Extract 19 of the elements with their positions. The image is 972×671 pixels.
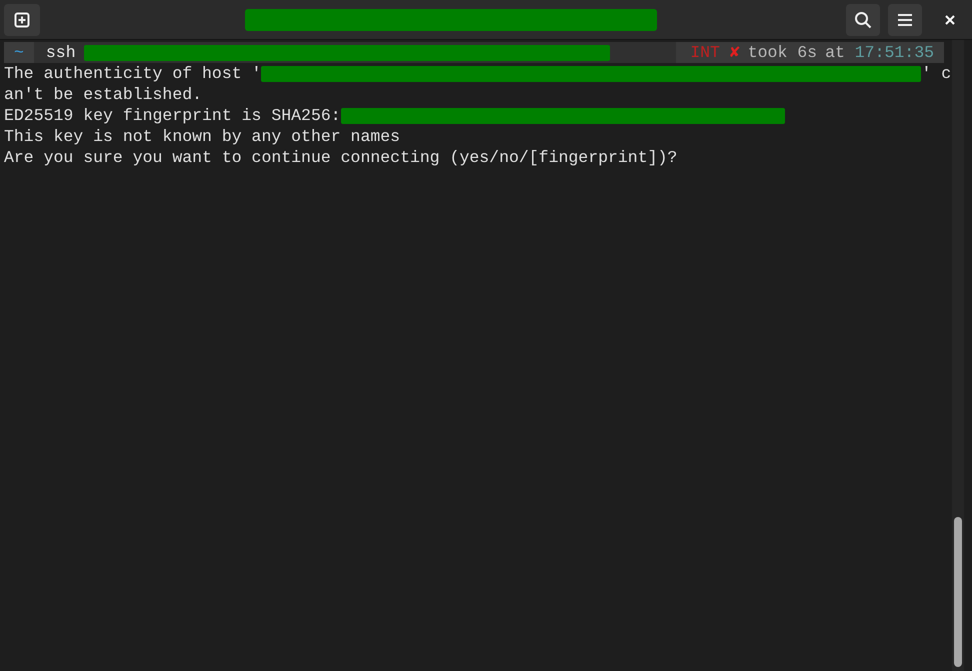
time-text: at 17:51:35 [825, 42, 934, 63]
menu-button[interactable] [888, 4, 922, 36]
duration-text: took 6s [748, 42, 818, 63]
search-button[interactable] [846, 4, 880, 36]
output-text: ' c [921, 63, 952, 84]
search-icon [854, 10, 872, 28]
plus-square-icon [14, 12, 30, 28]
scrollbar-thumb[interactable] [954, 517, 962, 667]
menu-icon [897, 12, 913, 26]
prompt-directory: ~ [4, 42, 34, 63]
close-icon [945, 14, 955, 24]
output-text: ED25519 key fingerprint is SHA256: [4, 105, 341, 126]
output-text: This key is not known by any other names [4, 126, 400, 147]
new-tab-button[interactable] [4, 4, 40, 36]
output-text: Are you sure you want to continue connecting (yes/no/[fingerprint])? [4, 147, 678, 168]
output-text: The authenticity of host ' [4, 63, 262, 84]
output-text: an't be established. [4, 84, 202, 105]
exit-status: INT ✘ [690, 42, 740, 63]
prompt-command: ssh [46, 42, 76, 63]
